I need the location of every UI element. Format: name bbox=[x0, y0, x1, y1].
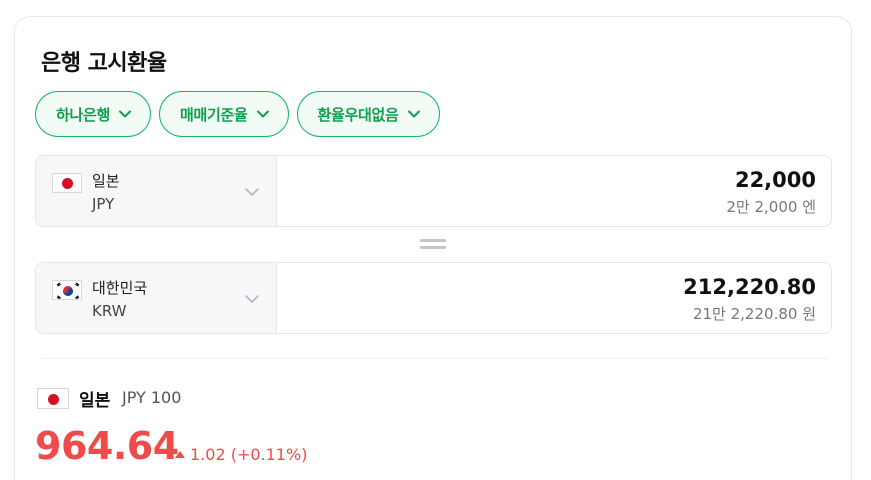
chevron-down-icon bbox=[256, 110, 269, 118]
page-title: 은행 고시환율 bbox=[41, 51, 167, 76]
exchange-rate-card: 은행 고시환율 하나은행 매매기준율 환율우대없음 일본 JPY 22,000 … bbox=[14, 16, 852, 480]
chevron-down-icon bbox=[407, 110, 420, 118]
from-currency-name: 일본 bbox=[92, 172, 120, 190]
chevron-down-icon bbox=[119, 110, 132, 118]
to-currency-name: 대한민국 bbox=[92, 279, 148, 297]
from-amount: 22,000 bbox=[734, 168, 816, 192]
from-currency-code: JPY bbox=[92, 195, 115, 213]
to-currency-select[interactable]: 대한민국 KRW bbox=[36, 263, 277, 333]
to-amount: 212,220.80 bbox=[683, 275, 816, 299]
to-currency-row: 대한민국 KRW 212,220.80 21만 2,220.80 원 bbox=[35, 262, 832, 334]
to-amount-korean: 21만 2,220.80 원 bbox=[692, 305, 816, 323]
rate-change-value: 1.02 (+0.11%) bbox=[190, 445, 308, 464]
from-amount-input[interactable]: 22,000 2만 2,000 엔 bbox=[277, 156, 831, 226]
exchange-rate-value: 964.64 bbox=[35, 424, 179, 468]
chip-label: 하나은행 bbox=[56, 105, 111, 124]
to-amount-input[interactable]: 212,220.80 21만 2,220.80 원 bbox=[277, 263, 831, 333]
equals-icon bbox=[420, 239, 446, 251]
chip-label: 환율우대없음 bbox=[317, 105, 399, 124]
bank-select-chip[interactable]: 하나은행 bbox=[35, 91, 152, 137]
preferential-rate-chip[interactable]: 환율우대없음 bbox=[296, 91, 440, 137]
from-amount-korean: 2만 2,000 엔 bbox=[726, 198, 816, 216]
summary-currency-unit: JPY 100 bbox=[122, 388, 182, 407]
japan-flag-icon bbox=[37, 388, 69, 409]
rate-type-chip[interactable]: 매매기준율 bbox=[159, 91, 289, 137]
up-arrow-icon bbox=[175, 451, 185, 458]
korea-flag-icon bbox=[52, 280, 82, 300]
chevron-down-icon bbox=[245, 295, 259, 303]
divider bbox=[41, 358, 829, 359]
to-currency-code: KRW bbox=[92, 302, 127, 320]
filter-chips: 하나은행 매매기준율 환율우대없음 bbox=[35, 91, 440, 137]
japan-flag-icon bbox=[52, 173, 82, 193]
chevron-down-icon bbox=[245, 188, 259, 196]
summary-currency-name: 일본 bbox=[79, 391, 111, 411]
from-currency-row: 일본 JPY 22,000 2만 2,000 엔 bbox=[35, 155, 832, 227]
chip-label: 매매기준율 bbox=[180, 105, 248, 124]
from-currency-select[interactable]: 일본 JPY bbox=[36, 156, 277, 226]
rate-change: 1.02 (+0.11%) bbox=[175, 445, 307, 464]
